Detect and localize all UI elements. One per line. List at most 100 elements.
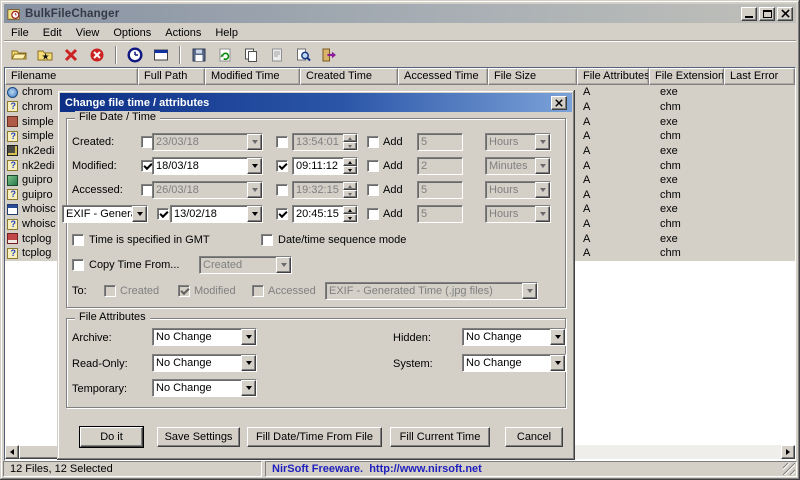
- exif-date-checkbox[interactable]: [157, 208, 169, 220]
- add-folder-button[interactable]: ★: [34, 45, 56, 65]
- app-icon: [7, 174, 18, 186]
- to-modified-checkbox: [178, 285, 190, 297]
- save-settings-button[interactable]: Save Settings: [157, 427, 240, 447]
- exif-time-checkbox[interactable]: [276, 208, 288, 220]
- window-titlebar[interactable]: BulkFileChanger: [4, 4, 796, 23]
- chevron-down-icon[interactable]: [550, 355, 565, 371]
- exif-add-unit-select: Hours: [485, 205, 551, 223]
- clear-list-button[interactable]: [86, 45, 108, 65]
- open-files-button[interactable]: [8, 45, 30, 65]
- resize-grip[interactable]: [783, 463, 795, 475]
- temporary-select[interactable]: No Change: [152, 379, 257, 397]
- column-file-size[interactable]: File Size: [488, 68, 577, 85]
- accessed-time-checkbox[interactable]: [276, 184, 288, 196]
- chevron-down-icon[interactable]: [550, 329, 565, 345]
- do-it-button[interactable]: Do it: [79, 426, 144, 448]
- cancel-button[interactable]: Cancel: [505, 427, 563, 447]
- gmt-checkbox[interactable]: [72, 234, 84, 246]
- column-accessed-time[interactable]: Accessed Time: [398, 68, 488, 85]
- created-time-field: 13:54:01: [292, 133, 358, 151]
- minimize-icon: [745, 16, 753, 18]
- to-accessed-label: Accessed: [268, 285, 316, 297]
- dialog-close-button[interactable]: [551, 95, 567, 110]
- properties-button[interactable]: [266, 45, 288, 65]
- column-file-extension[interactable]: File Extension: [649, 68, 724, 85]
- help-file-icon: [7, 218, 18, 230]
- exif-add-checkbox[interactable]: [367, 208, 379, 220]
- change-time-button[interactable]: [124, 45, 146, 65]
- status-nirsoft-link[interactable]: NirSoft Freeware. http://www.nirsoft.net: [265, 461, 797, 477]
- app-icon: [7, 233, 18, 245]
- maximize-button[interactable]: [759, 6, 775, 21]
- chevron-down-icon: [535, 206, 550, 222]
- to-target-select: EXIF - Generated Time (.jpg files): [325, 282, 538, 300]
- created-add-checkbox[interactable]: [367, 136, 379, 148]
- created-add-unit-select: Hours: [485, 133, 551, 151]
- chevron-down-icon[interactable]: [241, 329, 256, 345]
- menu-edit[interactable]: Edit: [36, 26, 69, 40]
- refresh-icon: [219, 48, 231, 61]
- modified-add-checkbox[interactable]: [367, 160, 379, 172]
- dialog-titlebar[interactable]: Change file time / attributes: [60, 93, 572, 112]
- refresh-button[interactable]: [214, 45, 236, 65]
- red-x-icon: [64, 48, 78, 61]
- maximize-icon: [762, 9, 772, 18]
- status-bar: 12 Files, 12 Selected NirSoft Freeware. …: [3, 461, 797, 478]
- open-window-button[interactable]: [150, 45, 172, 65]
- column-filename[interactable]: Filename: [5, 68, 138, 85]
- modified-time-checkbox[interactable]: [276, 160, 288, 172]
- nirsoft-url-text[interactable]: NirSoft Freeware. http://www.nirsoft.net: [272, 463, 482, 475]
- modified-time-field[interactable]: 09:11:12: [292, 157, 358, 175]
- copy-from-select: Created: [199, 256, 292, 274]
- copy-time-from-checkbox[interactable]: [72, 259, 84, 271]
- modified-date-select[interactable]: 18/03/18: [152, 157, 263, 175]
- find-button[interactable]: [292, 45, 314, 65]
- close-button[interactable]: [777, 6, 793, 21]
- chevron-down-icon[interactable]: [241, 380, 256, 396]
- spinner[interactable]: [343, 158, 357, 174]
- exif-mode-select[interactable]: EXIF - Generated: [62, 205, 148, 223]
- gmt-label: Time is specified in GMT: [89, 234, 210, 246]
- fill-from-file-button[interactable]: Fill Date/Time From File: [247, 427, 382, 447]
- spinner[interactable]: [343, 206, 357, 222]
- chevron-down-icon[interactable]: [241, 355, 256, 371]
- accessed-add-checkbox[interactable]: [367, 184, 379, 196]
- copy-button[interactable]: [240, 45, 262, 65]
- archive-select[interactable]: No Change: [152, 328, 257, 346]
- minimize-button[interactable]: [741, 6, 757, 21]
- sequence-mode-checkbox[interactable]: [261, 234, 273, 246]
- save-settings-button[interactable]: [188, 45, 210, 65]
- readonly-select[interactable]: No Change: [152, 354, 257, 372]
- exif-date-select[interactable]: 13/02/18: [170, 205, 263, 223]
- remove-selected-button[interactable]: [60, 45, 82, 65]
- to-accessed-checkbox: [252, 285, 264, 297]
- fill-current-time-button[interactable]: Fill Current Time: [390, 427, 490, 447]
- dialog-title: Change file time / attributes: [65, 96, 210, 109]
- menu-actions[interactable]: Actions: [158, 26, 208, 40]
- chevron-down-icon: [247, 134, 262, 150]
- column-created-time[interactable]: Created Time: [300, 68, 398, 85]
- hidden-select[interactable]: No Change: [462, 328, 566, 346]
- chevron-down-icon[interactable]: [247, 158, 262, 174]
- column-full-path[interactable]: Full Path: [138, 68, 205, 85]
- chevron-down-icon: [247, 182, 262, 198]
- accessed-time-field: 19:32:15: [292, 181, 358, 199]
- modified-add-unit-select: Minutes: [485, 157, 551, 175]
- accessed-date-select: 26/03/18: [152, 181, 263, 199]
- chevron-down-icon[interactable]: [132, 206, 147, 222]
- created-time-checkbox[interactable]: [276, 136, 288, 148]
- system-select[interactable]: No Change: [462, 354, 566, 372]
- to-modified-label: Modified: [194, 285, 236, 297]
- column-modified-time[interactable]: Modified Time: [205, 68, 300, 85]
- menu-file[interactable]: File: [4, 26, 36, 40]
- menu-help[interactable]: Help: [208, 26, 245, 40]
- menu-view[interactable]: View: [69, 26, 107, 40]
- exit-button[interactable]: [318, 45, 340, 65]
- column-last-error[interactable]: Last Error: [724, 68, 795, 85]
- menu-options[interactable]: Options: [106, 26, 158, 40]
- exif-time-field[interactable]: 20:45:15: [292, 205, 358, 223]
- scroll-right-button[interactable]: [781, 445, 795, 459]
- chevron-down-icon[interactable]: [247, 206, 262, 222]
- column-file-attributes[interactable]: File Attributes: [577, 68, 649, 85]
- scroll-left-button[interactable]: [5, 445, 19, 459]
